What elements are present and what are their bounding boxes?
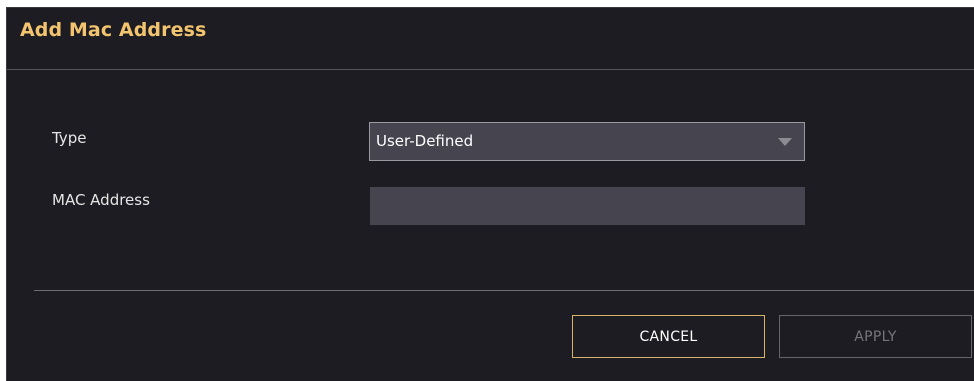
type-select[interactable]: User-Defined <box>369 122 805 161</box>
type-label: Type <box>52 129 87 147</box>
dialog-title: Add Mac Address <box>20 19 207 41</box>
dialog-header: Add Mac Address <box>7 8 974 70</box>
cancel-button[interactable]: CANCEL <box>572 315 765 358</box>
chevron-down-icon <box>778 138 792 146</box>
apply-button[interactable]: APPLY <box>779 315 972 358</box>
footer-divider <box>34 290 974 291</box>
add-mac-address-dialog: Add Mac Address Type User-Defined MAC Ad… <box>6 7 974 381</box>
mac-address-label: MAC Address <box>52 191 150 209</box>
mac-address-input[interactable] <box>370 187 805 225</box>
type-select-value: User-Defined <box>376 132 474 150</box>
